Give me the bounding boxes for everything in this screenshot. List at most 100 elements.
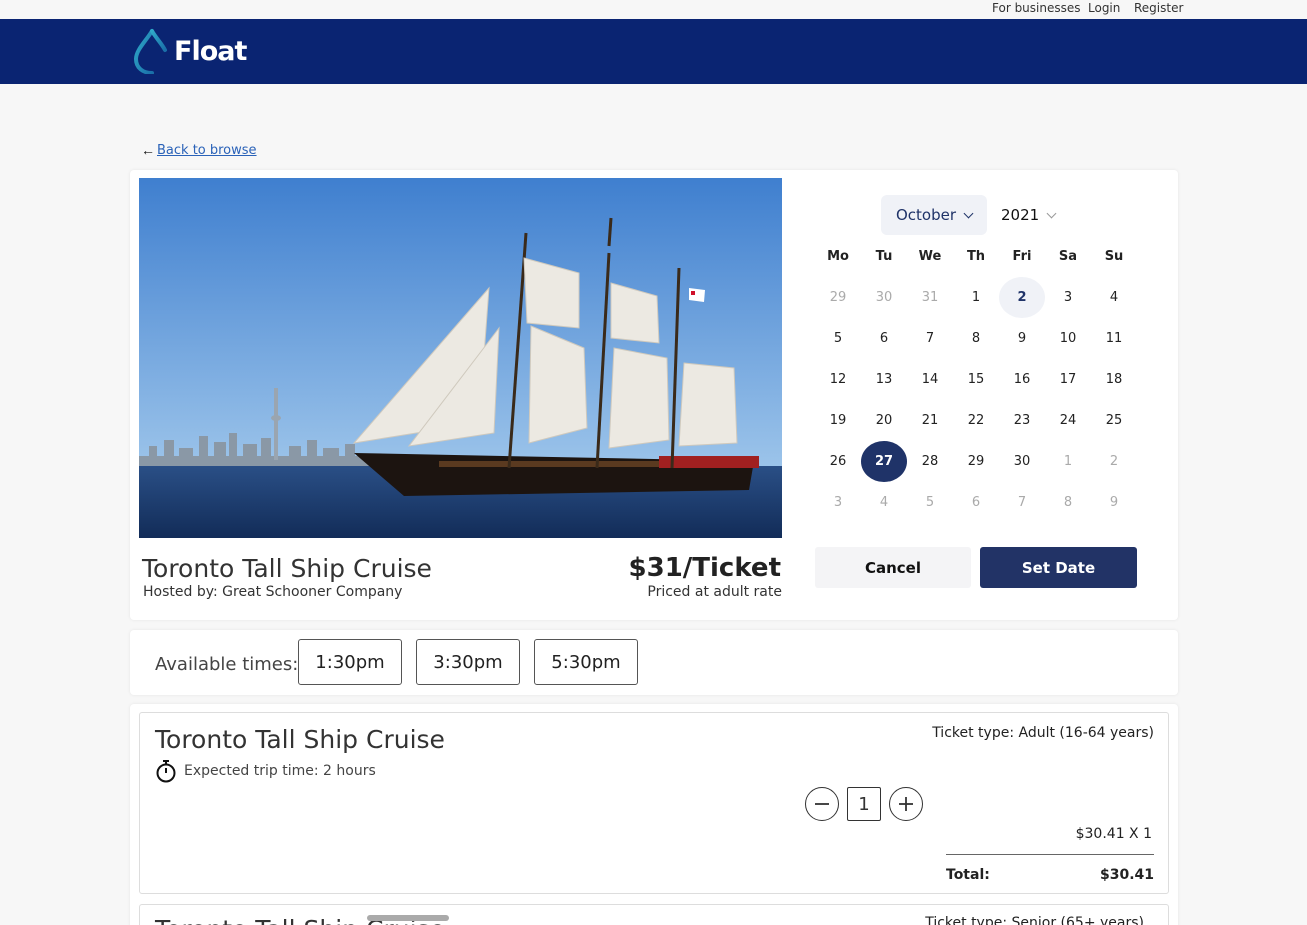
- calendar-day-number: 2: [999, 277, 1045, 318]
- calendar-day-number: 12: [829, 372, 847, 387]
- calendar-day[interactable]: 6: [861, 318, 907, 359]
- calendar-day[interactable]: 25: [1091, 400, 1137, 441]
- calendar-day-number: 1: [1063, 454, 1073, 469]
- calendar-day[interactable]: 7: [907, 318, 953, 359]
- calendar-day[interactable]: 4: [861, 482, 907, 523]
- calendar-week-row: 29 30 31 1 2 3 4: [815, 277, 1137, 318]
- calendar-day[interactable]: 24: [1045, 400, 1091, 441]
- calendar-day[interactable]: 4: [1091, 277, 1137, 318]
- calendar-day[interactable]: 9: [999, 318, 1045, 359]
- set-date-button[interactable]: Set Date: [980, 547, 1137, 588]
- cancel-button[interactable]: Cancel: [815, 547, 971, 588]
- calendar-day-number: 6: [879, 331, 889, 346]
- total-value: $30.41: [1099, 867, 1154, 883]
- calendar-day[interactable]: 20: [861, 400, 907, 441]
- calendar-day[interactable]: 3: [1045, 277, 1091, 318]
- ticket-item: Toronto Tall Ship Cruise Ticket type: Se…: [139, 904, 1169, 925]
- weekday-label: We: [918, 249, 942, 264]
- calendar-day[interactable]: 12: [815, 359, 861, 400]
- calendar-day[interactable]: 29: [815, 277, 861, 318]
- calendar-day-number: 21: [921, 413, 939, 428]
- calendar-day[interactable]: 15: [953, 359, 999, 400]
- stopwatch-icon: [156, 760, 176, 783]
- month-select[interactable]: October: [881, 195, 987, 235]
- calendar-day[interactable]: 3: [815, 482, 861, 523]
- calendar-week-row: 3 4 5 6 7 8 9: [815, 482, 1137, 523]
- calendar-day[interactable]: 23: [999, 400, 1045, 441]
- calendar-day[interactable]: 21: [907, 400, 953, 441]
- chevron-down-icon: [963, 208, 974, 218]
- calendar-day-number: 13: [875, 372, 893, 387]
- ticket-type: Ticket type: Senior (65+ years): [925, 915, 1144, 925]
- calendar-day[interactable]: 5: [815, 318, 861, 359]
- calendar-day[interactable]: 8: [1045, 482, 1091, 523]
- ticket-type: Ticket type: Adult (16-64 years): [932, 725, 1154, 741]
- calendar-day[interactable]: 30: [861, 277, 907, 318]
- arrow-left-icon: ←: [141, 142, 155, 158]
- quantity-field[interactable]: 1: [847, 787, 881, 821]
- time-option-button[interactable]: 1:30pm: [298, 639, 402, 685]
- calendar-day[interactable]: 11: [1091, 318, 1137, 359]
- for-businesses-link[interactable]: For businesses: [992, 1, 1081, 15]
- brand-logo[interactable]: Float: [132, 28, 247, 74]
- back-to-browse[interactable]: ← Back to browse: [141, 142, 257, 158]
- horizontal-scrollbar[interactable]: [367, 915, 449, 921]
- calendar-day[interactable]: 13: [861, 359, 907, 400]
- calendar-day[interactable]: 30: [999, 441, 1045, 482]
- calendar-day[interactable]: 18: [1091, 359, 1137, 400]
- calendar-day-today[interactable]: 2: [999, 277, 1045, 318]
- calendar-day[interactable]: 9: [1091, 482, 1137, 523]
- decrease-quantity-button[interactable]: [805, 787, 839, 821]
- calendar-day[interactable]: 16: [999, 359, 1045, 400]
- calendar-day-number: 9: [1017, 331, 1027, 346]
- year-select[interactable]: 2021: [1001, 195, 1061, 235]
- calendar-day-number: 20: [875, 413, 893, 428]
- calendar-day-number: 5: [925, 495, 935, 510]
- calendar-day[interactable]: 28: [907, 441, 953, 482]
- calendar-day-number: 14: [921, 372, 939, 387]
- login-link[interactable]: Login: [1088, 1, 1120, 15]
- calendar-day[interactable]: 6: [953, 482, 999, 523]
- calendar-day[interactable]: 29: [953, 441, 999, 482]
- calendar-day[interactable]: 22: [953, 400, 999, 441]
- calendar-day-number: 19: [829, 413, 847, 428]
- time-option-button[interactable]: 3:30pm: [416, 639, 520, 685]
- calendar-day-number: 16: [1013, 372, 1031, 387]
- calendar-day[interactable]: 19: [815, 400, 861, 441]
- plus-icon: [899, 797, 913, 811]
- back-to-browse-link[interactable]: Back to browse: [157, 143, 257, 158]
- calendar-day-number: 15: [967, 372, 985, 387]
- weekday-label: Mo: [827, 249, 849, 264]
- time-option-button[interactable]: 5:30pm: [534, 639, 638, 685]
- calendar-day[interactable]: 26: [815, 441, 861, 482]
- weekday-label: Su: [1104, 249, 1124, 264]
- price-note: Priced at adult rate: [647, 584, 782, 600]
- calendar-day[interactable]: 1: [953, 277, 999, 318]
- calendar-day-selected[interactable]: 27: [861, 441, 907, 482]
- calendar-day[interactable]: 5: [907, 482, 953, 523]
- calendar-day[interactable]: 10: [1045, 318, 1091, 359]
- calendar-day[interactable]: 8: [953, 318, 999, 359]
- ticket-title: Toronto Tall Ship Cruise: [155, 725, 445, 754]
- calendar-day-number: 18: [1105, 372, 1123, 387]
- calendar-week-row: 19 20 21 22 23 24 25: [815, 400, 1137, 441]
- quantity-stepper: 1: [805, 787, 923, 821]
- droplet-icon: [133, 29, 167, 74]
- listing-photo: [139, 178, 782, 538]
- calendar-day-number: 29: [829, 290, 847, 305]
- calendar-day[interactable]: 14: [907, 359, 953, 400]
- calendar-day[interactable]: 1: [1045, 441, 1091, 482]
- weekday-label: Fri: [1012, 249, 1032, 264]
- calendar-day-number: 23: [1013, 413, 1031, 428]
- calendar-day-number: 9: [1109, 495, 1119, 510]
- calendar-day-number: 22: [967, 413, 985, 428]
- calendar-day-number: 3: [833, 495, 843, 510]
- calendar-day[interactable]: 31: [907, 277, 953, 318]
- calendar-day[interactable]: 2: [1091, 441, 1137, 482]
- calendar-day-number: 2: [1109, 454, 1119, 469]
- register-link[interactable]: Register: [1134, 1, 1183, 15]
- calendar-day-number: 8: [1063, 495, 1073, 510]
- calendar-day[interactable]: 7: [999, 482, 1045, 523]
- increase-quantity-button[interactable]: [889, 787, 923, 821]
- calendar-day[interactable]: 17: [1045, 359, 1091, 400]
